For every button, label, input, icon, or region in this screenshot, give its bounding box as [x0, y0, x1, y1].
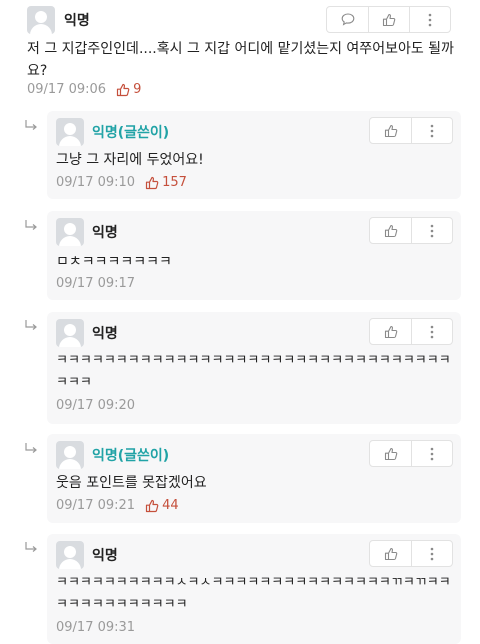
reply-author: 익명(글쓴이) — [92, 448, 170, 464]
reply-actions — [369, 540, 453, 567]
like-button[interactable] — [368, 7, 409, 32]
reply-author: 익명(글쓴이) — [92, 125, 170, 141]
vertical-dots-icon — [430, 447, 434, 460]
reply-arrow-icon — [25, 120, 37, 130]
thumbs-up-icon — [145, 499, 159, 512]
vertical-dots-icon — [430, 325, 434, 338]
thumbs-up-icon — [116, 83, 130, 96]
like-button[interactable] — [370, 118, 411, 143]
reply-meta: 09/17 09:31 — [56, 620, 135, 635]
reply-author: 익명 — [92, 225, 118, 241]
reply-arrow-icon — [25, 542, 37, 552]
reply-actions — [369, 440, 453, 467]
avatar — [56, 118, 84, 146]
reply-time: 09/17 09:21 — [56, 498, 136, 513]
more-options-button[interactable] — [411, 118, 452, 143]
thumbs-up-icon — [384, 447, 397, 460]
reply-text: ㅁㅊㅋㅋㅋㅋㅋㅋㅋ — [56, 254, 172, 270]
more-options-button[interactable] — [411, 441, 452, 466]
comment-text: 저 그 지갑주인인데....혹시 그 지갑 어디에 맡기셨는지 여쭈어보아도 될… — [27, 41, 454, 79]
reply-meta: 09/17 09:21 44 — [56, 498, 179, 513]
reply-arrow-icon — [25, 220, 37, 230]
comment-meta: 09/17 09:06 9 — [27, 82, 141, 97]
comment-actions — [326, 6, 451, 33]
reply-meta: 09/17 09:10 157 — [56, 175, 187, 190]
comment-time: 09/17 09:06 — [27, 82, 107, 97]
vertical-dots-icon — [430, 547, 434, 560]
avatar — [56, 218, 84, 246]
more-options-button[interactable] — [409, 7, 450, 32]
thumbs-up-icon — [384, 547, 397, 560]
reply: 익명(글쓴이) 그냥 그 자리에 두었어요! 09/17 09:10 157 — [47, 111, 461, 199]
reply: 익명 ㅁㅊㅋㅋㅋㅋㅋㅋㅋ 09/17 09:17 — [47, 211, 461, 300]
reply-meta: 09/17 09:20 — [56, 398, 135, 413]
avatar — [27, 6, 55, 34]
vertical-dots-icon — [430, 124, 434, 137]
reply-comment-button[interactable] — [327, 7, 368, 32]
vertical-dots-icon — [428, 13, 432, 26]
reply: 익명 ㅋㅋㅋㅋㅋㅋㅋㅋㅋㅋㅅㅋㅅㅋㅋㅋㅋㅋㅋㅋㅋㅋㅋㅋㅋㅋㅋㅋㄲㅋㄲㅋㅋㅋㅋㅋㅋ… — [47, 534, 461, 644]
reply: 익명(글쓴이) 웃음 포인트를 못잡겠어요 09/17 09:21 44 — [47, 434, 461, 523]
more-options-button[interactable] — [411, 218, 452, 243]
speech-bubble-icon — [341, 13, 354, 26]
reply-time: 09/17 09:10 — [56, 175, 136, 190]
thumbs-up-icon — [384, 325, 397, 338]
avatar — [56, 441, 84, 469]
more-options-button[interactable] — [411, 541, 452, 566]
reply-text: ㅋㅋㅋㅋㅋㅋㅋㅋㅋㅋㅋㅋㅋㅋㅋㅋㅋㅋㅋㅋㅋㅋㅋㅋㅋㅋㅋㅋㅋㅋㅋㅋㅋㅋㅋㅋ — [56, 353, 451, 390]
reply-text: 그냥 그 자리에 두었어요! — [56, 152, 204, 168]
thumbs-up-icon — [145, 176, 159, 189]
reply-time: 09/17 09:17 — [56, 276, 136, 291]
reply-time: 09/17 09:31 — [56, 620, 136, 635]
reply-text: 웃음 포인트를 못잡겠어요 — [56, 475, 207, 491]
reply-arrow-icon — [25, 443, 37, 453]
reply-actions — [369, 117, 453, 144]
comment-author: 익명 — [64, 13, 90, 29]
like-count: 157 — [145, 175, 187, 190]
vertical-dots-icon — [430, 224, 434, 237]
reply-arrow-icon — [25, 320, 37, 330]
thumbs-up-icon — [384, 124, 397, 137]
more-options-button[interactable] — [411, 319, 452, 344]
thumbs-up-icon — [382, 13, 396, 26]
reply-actions — [369, 318, 453, 345]
like-count: 9 — [116, 82, 141, 97]
like-button[interactable] — [370, 541, 411, 566]
reply: 익명 ㅋㅋㅋㅋㅋㅋㅋㅋㅋㅋㅋㅋㅋㅋㅋㅋㅋㅋㅋㅋㅋㅋㅋㅋㅋㅋㅋㅋㅋㅋㅋㅋㅋㅋㅋㅋ … — [47, 312, 461, 424]
like-button[interactable] — [370, 441, 411, 466]
avatar — [56, 541, 84, 569]
comment: 익명 저 그 지갑주인인데....혹시 그 지갑 어디에 맡기셨는지 여쭈어보아… — [0, 0, 480, 108]
like-button[interactable] — [370, 218, 411, 243]
like-count: 44 — [145, 498, 179, 513]
reply-author: 익명 — [92, 326, 118, 342]
reply-time: 09/17 09:20 — [56, 398, 136, 413]
reply-text: ㅋㅋㅋㅋㅋㅋㅋㅋㅋㅋㅅㅋㅅㅋㅋㅋㅋㅋㅋㅋㅋㅋㅋㅋㅋㅋㅋㅋㄲㅋㄲㅋㅋㅋㅋㅋㅋㅋㅋㅋ… — [56, 575, 451, 612]
thumbs-up-icon — [384, 224, 397, 237]
avatar — [56, 319, 84, 347]
reply-author: 익명 — [92, 548, 118, 564]
reply-meta: 09/17 09:17 — [56, 276, 135, 291]
like-button[interactable] — [370, 319, 411, 344]
reply-actions — [369, 217, 453, 244]
